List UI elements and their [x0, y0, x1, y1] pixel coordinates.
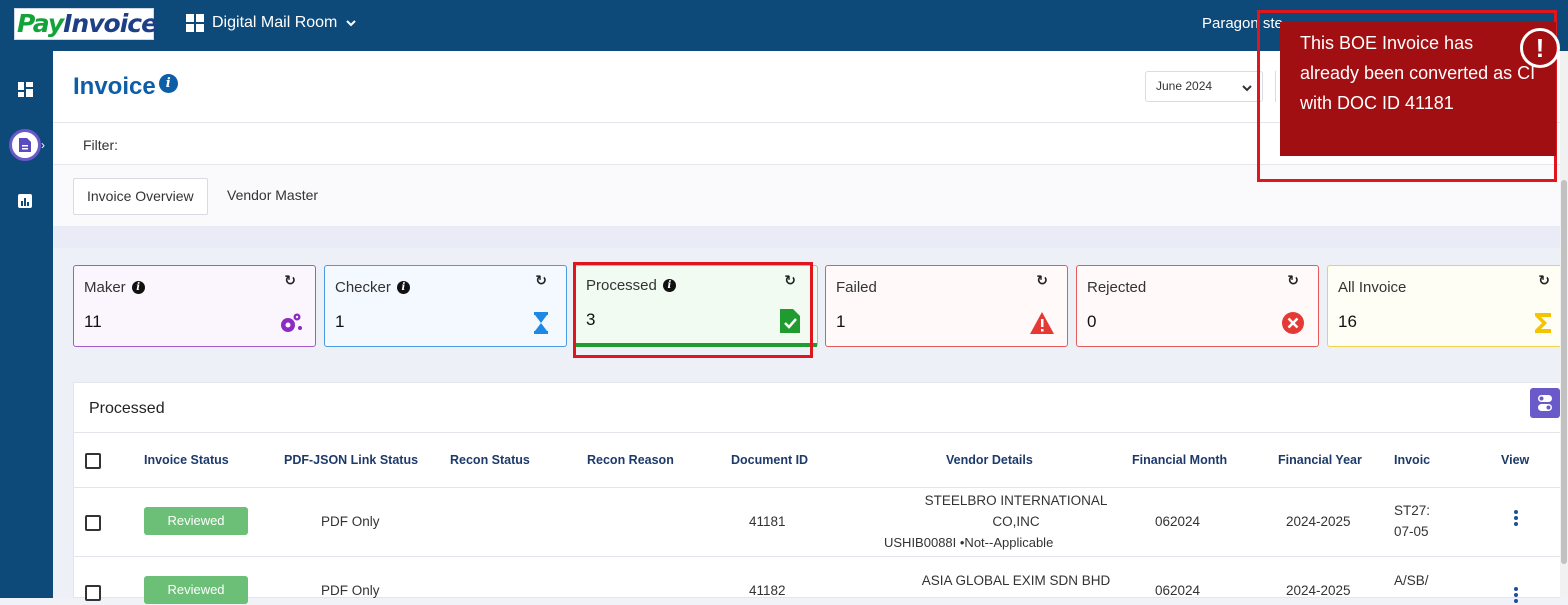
column-header[interactable]: Financial Year [1278, 453, 1362, 467]
refresh-icon[interactable]: ↻ [1287, 272, 1299, 289]
page-title: Invoice i [73, 73, 178, 101]
row-menu-icon[interactable] [1514, 587, 1518, 605]
row-checkbox[interactable] [85, 585, 101, 601]
column-header[interactable]: PDF-JSON Link Status [284, 453, 418, 467]
status-card-checker[interactable]: Checker i ↻ 1 [324, 265, 567, 347]
row-checkbox[interactable] [85, 515, 101, 531]
gears-icon [281, 313, 302, 332]
sidebar-item-invoice[interactable] [9, 129, 41, 161]
column-header[interactable]: Invoic [1394, 453, 1430, 467]
toggle-icon [1538, 395, 1552, 411]
apps-grid-icon [186, 14, 204, 32]
refresh-icon[interactable]: ↻ [284, 272, 296, 289]
financial-month-cell: 062024 [1155, 583, 1201, 598]
card-label: Rejected [1087, 279, 1147, 296]
hourglass-icon [534, 312, 548, 334]
column-toggle-button[interactable] [1530, 388, 1560, 418]
column-header[interactable]: Vendor Details [946, 453, 1033, 467]
link-status-cell: PDF Only [321, 583, 380, 598]
month-select-value: June 2024 [1156, 79, 1213, 93]
card-label: Failed [836, 279, 877, 296]
column-header[interactable]: Invoice Status [144, 453, 229, 467]
page-scrollbar-thumb[interactable] [1561, 180, 1567, 564]
alert-circle-icon: ! [1520, 28, 1560, 68]
financial-month-cell: 062024 [1155, 514, 1201, 529]
refresh-icon[interactable]: ↻ [535, 272, 547, 289]
invoice-cell: 07-05 [1394, 524, 1429, 539]
card-label: Checker [335, 279, 391, 296]
table-row[interactable]: Reviewed PDF Only 41182 ASIA GLOBAL EXIM… [74, 557, 1568, 604]
dashboard-icon[interactable] [18, 82, 33, 97]
financial-year-cell: 2024-2025 [1286, 514, 1351, 529]
module-label: Digital Mail Room [212, 14, 338, 31]
select-all-checkbox[interactable] [85, 453, 101, 469]
info-icon[interactable]: i [131, 281, 145, 294]
month-select[interactable]: June 2024 [1145, 71, 1263, 102]
financial-year-cell: 2024-2025 [1286, 583, 1351, 598]
section-divider [53, 226, 1568, 248]
processed-table-panel: Processed Invoice Status PDF-JSON Link S… [73, 382, 1568, 604]
invoice-cell: A/SB/ [1394, 573, 1429, 588]
document-id-cell[interactable]: 41181 [749, 514, 786, 529]
table-row[interactable]: Reviewed PDF Only 41181 STEELBRO INTERNA… [74, 488, 1568, 557]
link-status-cell: PDF Only [321, 514, 380, 529]
sigma-icon [1535, 313, 1551, 333]
filter-label: Filter: [83, 137, 118, 153]
chevron-down-icon [1242, 85, 1252, 92]
status-card-rejected[interactable]: Rejected ↻ 0 [1076, 265, 1319, 347]
status-card-all-invoice[interactable]: All Invoice ↻ 16 [1327, 265, 1568, 347]
payinvoice-logo[interactable]: PayInvoice [14, 8, 158, 40]
column-header[interactable]: Recon Reason [587, 453, 674, 467]
info-icon[interactable]: i [158, 73, 178, 93]
card-count: 16 [1338, 312, 1357, 331]
vendor-name-cell: ASIA GLOBAL EXIM SDN BHD [921, 573, 1111, 588]
chevron-down-icon [346, 20, 357, 27]
info-icon[interactable]: i [396, 281, 410, 294]
vendor-code-cell: USHIB0088I •Not--Applicable [884, 535, 1054, 550]
toast-message: This BOE Invoice has already been conver… [1300, 33, 1536, 113]
row-menu-icon[interactable] [1514, 510, 1518, 528]
card-count: 1 [836, 312, 846, 331]
document-id-cell[interactable]: 41182 [749, 583, 786, 598]
card-label: All Invoice [1338, 279, 1407, 296]
logo-pay-text: Pay [17, 9, 64, 38]
logo-invoice-text: Invoice [63, 9, 158, 38]
card-count: 1 [335, 312, 345, 331]
error-toast[interactable]: This BOE Invoice has already been conver… [1280, 22, 1560, 156]
column-header[interactable]: Recon Status [450, 453, 530, 467]
column-header[interactable]: View [1501, 453, 1529, 467]
left-sidebar: › [0, 51, 53, 598]
vendor-name-cell: CO,INC [992, 514, 1040, 529]
panel-title: Processed [89, 400, 165, 417]
refresh-icon[interactable]: ↻ [1538, 272, 1550, 289]
status-card-failed[interactable]: Failed ↻ 1 [825, 265, 1068, 347]
refresh-icon[interactable]: ↻ [1036, 272, 1048, 289]
document-icon [19, 138, 31, 152]
card-label: Maker [84, 279, 126, 296]
status-badge: Reviewed [144, 576, 248, 604]
cancel-icon [1282, 312, 1304, 334]
card-count: 11 [84, 312, 102, 331]
reports-icon[interactable] [18, 194, 32, 208]
column-header[interactable]: Document ID [731, 453, 808, 467]
page-title-text: Invoice [73, 73, 156, 100]
warning-icon [1030, 312, 1054, 334]
vendor-name-cell: STEELBRO INTERNATIONAL [924, 493, 1108, 508]
highlight-box-processed [573, 262, 813, 358]
module-switcher[interactable]: Digital Mail Room [186, 14, 357, 32]
tab-invoice-overview[interactable]: Invoice Overview [73, 178, 208, 215]
status-badge: Reviewed [144, 507, 248, 535]
tab-vendor-master[interactable]: Vendor Master [214, 178, 331, 215]
column-header[interactable]: Financial Month [1132, 453, 1227, 467]
table-header: Invoice Status PDF-JSON Link Status Reco… [74, 432, 1568, 488]
card-count: 0 [1087, 312, 1097, 331]
sidebar-expand-icon[interactable]: › [41, 138, 45, 152]
status-card-maker[interactable]: Maker i ↻ 11 [73, 265, 316, 347]
invoice-cell: ST27: [1394, 503, 1431, 518]
